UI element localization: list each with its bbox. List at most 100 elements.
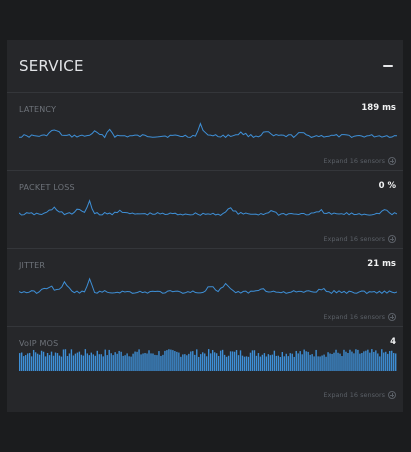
mos-bar <box>379 356 381 371</box>
mos-bar <box>235 350 238 371</box>
expand-label: Expand 16 sensors <box>323 157 385 165</box>
mos-bar <box>180 356 182 371</box>
expand-sensors-link[interactable]: Expand 16 sensors <box>323 391 396 399</box>
mos-bar <box>202 352 204 371</box>
expand-sensors-link[interactable]: Expand 16 sensors <box>323 157 396 165</box>
mos-bar <box>249 352 252 371</box>
mos-bar <box>383 352 385 371</box>
mos-bar <box>22 356 25 371</box>
metric-value: 189 ms <box>361 103 396 113</box>
mos-bar <box>223 354 226 371</box>
mos-bar <box>126 353 128 371</box>
mos-bar <box>196 349 198 371</box>
mos-bar <box>349 349 351 371</box>
latency-sparkline <box>19 122 397 139</box>
mos-bar <box>213 352 216 371</box>
mos-bar <box>247 356 250 371</box>
mos-bar <box>204 353 206 371</box>
mos-bar <box>225 356 228 371</box>
mos-bar <box>337 352 339 371</box>
metric-voip-mos: VoIP MOS 4 Expand 16 sensors <box>7 326 403 405</box>
mos-bar <box>38 354 41 371</box>
mos-bar <box>66 356 69 371</box>
plus-circle-icon <box>388 313 396 321</box>
mos-bar <box>194 354 196 371</box>
mos-bar <box>355 349 357 371</box>
mos-bar <box>20 352 23 371</box>
mos-bar <box>188 353 190 371</box>
mos-bar <box>335 349 337 371</box>
mos-bar <box>341 356 343 371</box>
mos-bar <box>371 349 373 371</box>
mos-bar <box>50 351 53 371</box>
mos-bar <box>267 354 270 371</box>
mos-bar <box>357 349 359 371</box>
mos-bar <box>122 355 124 371</box>
mos-bar <box>333 352 335 371</box>
mos-bar <box>26 353 29 371</box>
mos-bar <box>32 349 35 371</box>
mos-bar <box>283 356 285 371</box>
mos-bar <box>134 351 136 371</box>
mos-bar <box>42 351 45 371</box>
mos-bar <box>359 353 361 371</box>
mos-bar <box>80 354 83 371</box>
mos-bar <box>30 356 33 371</box>
mos-bar <box>76 352 79 371</box>
mos-bar <box>52 355 55 371</box>
mos-bar <box>174 351 176 371</box>
mos-bar <box>245 356 248 371</box>
mos-bar <box>100 354 102 371</box>
mos-bar <box>215 353 218 371</box>
mos-bar <box>86 353 89 371</box>
mos-bar <box>114 352 116 371</box>
mos-bar <box>351 351 353 371</box>
mos-bar <box>110 353 112 371</box>
mos-bar <box>233 351 236 371</box>
mos-bar <box>273 350 276 371</box>
mos-bar <box>166 350 168 371</box>
mos-bar <box>363 351 365 371</box>
mos-bar <box>116 353 118 371</box>
mos-bar <box>146 353 148 371</box>
mos-bar <box>325 356 327 371</box>
mos-bar <box>347 353 349 371</box>
mos-bar <box>74 353 77 371</box>
mos-bar <box>164 350 166 371</box>
mos-bar <box>112 355 114 371</box>
mos-bar <box>315 349 317 371</box>
metric-label: LATENCY <box>19 105 57 114</box>
mos-bar <box>377 353 379 371</box>
mos-bar <box>293 356 295 371</box>
mos-bar <box>319 356 321 371</box>
mos-bar <box>271 354 274 371</box>
mos-bar <box>156 355 158 371</box>
mos-bar <box>287 356 289 371</box>
mos-bar <box>243 356 246 371</box>
mos-bar <box>311 354 313 371</box>
mos-bar <box>361 353 363 371</box>
minus-icon[interactable] <box>383 65 393 67</box>
mos-bar <box>208 349 210 371</box>
mos-bar <box>130 356 132 371</box>
mos-bar <box>365 350 367 371</box>
expand-sensors-link[interactable]: Expand 16 sensors <box>323 235 396 243</box>
mos-bar <box>138 349 140 371</box>
mos-bar <box>28 352 31 371</box>
mos-bar <box>323 354 325 371</box>
mos-bar <box>369 352 371 371</box>
mos-bar <box>19 353 21 371</box>
mos-bar <box>68 353 71 371</box>
mos-bar <box>104 349 106 371</box>
mos-bar <box>255 355 258 371</box>
mos-bar <box>297 353 299 371</box>
mos-bar <box>170 349 172 371</box>
mos-bar <box>373 351 375 371</box>
mos-bar <box>78 351 81 371</box>
mos-bar <box>265 356 268 371</box>
mos-bar <box>301 354 303 371</box>
mos-bar <box>88 355 91 371</box>
mos-bar <box>389 350 391 371</box>
expand-sensors-link[interactable]: Expand 16 sensors <box>323 313 396 321</box>
mos-bar <box>128 356 130 371</box>
